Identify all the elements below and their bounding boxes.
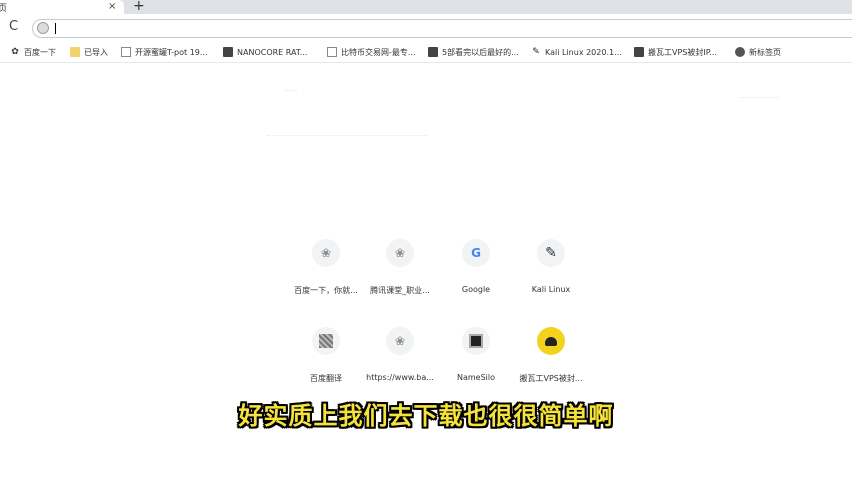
tab-close-icon[interactable]: × — [108, 0, 116, 14]
tab-title: 页 — [0, 3, 8, 14]
bandwagon-icon — [537, 327, 565, 355]
bookmark-kali[interactable]: ✎ Kali Linux 2020.1... — [531, 45, 622, 59]
shortcut-tile[interactable]: ✎ Kali Linux — [511, 229, 591, 299]
paw-icon: ✿ — [11, 47, 19, 57]
shortcut-label: 百度一下，你就... — [294, 286, 358, 295]
bookmark-bandwagon[interactable]: 搬瓦工VPS被封IP... — [634, 45, 717, 59]
kali-dragon-icon: ✎ — [537, 239, 565, 267]
text-caret — [55, 23, 56, 34]
tencent-icon: ❀ — [386, 239, 414, 267]
bookmark-label: 比特币交易网-最专... — [341, 47, 416, 57]
kali-icon: ✎ — [532, 47, 540, 57]
qr-icon — [312, 327, 340, 355]
doc-icon — [121, 47, 131, 57]
site-info-icon[interactable] — [37, 22, 49, 34]
shortcut-tile[interactable]: ❀ 百度一下，你就... — [286, 229, 366, 299]
page-icon — [428, 47, 438, 57]
globe-icon — [735, 47, 745, 57]
tab-strip: 页 × + — [0, 0, 852, 14]
omnibox[interactable] — [32, 19, 852, 38]
google-icon: G — [462, 239, 490, 267]
bookmark-label: Kali Linux 2020.1... — [545, 47, 622, 57]
bookmark-label: NANOCORE RAT... — [237, 47, 308, 57]
address-input[interactable] — [59, 21, 843, 38]
bookmark-label: 百度一下 — [24, 47, 56, 57]
divider — [740, 97, 780, 98]
doc-icon — [327, 47, 337, 57]
bookmark-imported[interactable]: 已导入 — [70, 45, 108, 59]
toolbar: C — [0, 14, 852, 42]
shortcut-tile[interactable]: G Google — [436, 229, 516, 299]
bookmarks-bar: ✿ 百度一下 已导入 开源蜜罐T-pot 19... NANOCORE RAT.… — [0, 42, 852, 63]
divider — [267, 135, 427, 136]
bookmark-label: 新标签页 — [749, 47, 781, 57]
baidu-icon: ❀ — [312, 239, 340, 267]
bookmark-bitcoin[interactable]: 比特币交易网-最专... — [327, 45, 416, 59]
shortcut-label: NameSilo — [456, 373, 496, 382]
nanocore-icon — [223, 47, 233, 57]
shortcut-label: 腾讯课堂_职业... — [370, 286, 430, 295]
shortcut-tile[interactable]: ❀ https://www.ba... — [360, 317, 440, 387]
bookmark-tpot[interactable]: 开源蜜罐T-pot 19... — [121, 45, 208, 59]
shortcut-tile[interactable]: 搬瓦工VPS被封... — [511, 317, 591, 387]
shortcut-tile[interactable]: ❀ 腾讯课堂_职业... — [360, 229, 440, 299]
baidu-icon: ❀ — [386, 327, 414, 355]
bookmark-baidu[interactable]: ✿ 百度一下 — [10, 45, 56, 59]
shortcut-label: https://www.ba... — [366, 373, 434, 382]
shortcut-label: 搬瓦工VPS被封... — [519, 374, 583, 383]
bookmark-newtab[interactable]: 新标签页 — [735, 45, 781, 59]
shortcut-label: Kali Linux — [531, 285, 571, 294]
new-tab-button[interactable]: + — [133, 0, 145, 14]
divider — [285, 90, 297, 91]
namesilo-icon — [462, 327, 490, 355]
bookmark-label: 搬瓦工VPS被封IP... — [648, 47, 717, 57]
reload-icon[interactable]: C — [9, 20, 18, 34]
bookmark-label: 开源蜜罐T-pot 19... — [135, 47, 208, 57]
bookmark-label: 5部看完以后最好的... — [442, 47, 519, 57]
bookmark-label: 已导入 — [84, 47, 108, 57]
shortcut-label: Google — [461, 285, 491, 294]
shortcut-label: 百度翻译 — [310, 374, 342, 383]
video-subtitle: 好实质上我们去下载也很很简单啊 — [238, 402, 614, 430]
bandwagon-icon — [634, 47, 644, 57]
shortcut-tile[interactable]: NameSilo — [436, 317, 516, 387]
shortcut-tile[interactable]: 百度翻译 — [286, 317, 366, 387]
tab-new-tab[interactable]: 页 × — [0, 0, 124, 14]
bookmark-nanocore[interactable]: NANOCORE RAT... — [223, 45, 307, 59]
folder-icon — [70, 47, 80, 57]
bookmark-movies[interactable]: 5部看完以后最好的... — [428, 45, 519, 59]
